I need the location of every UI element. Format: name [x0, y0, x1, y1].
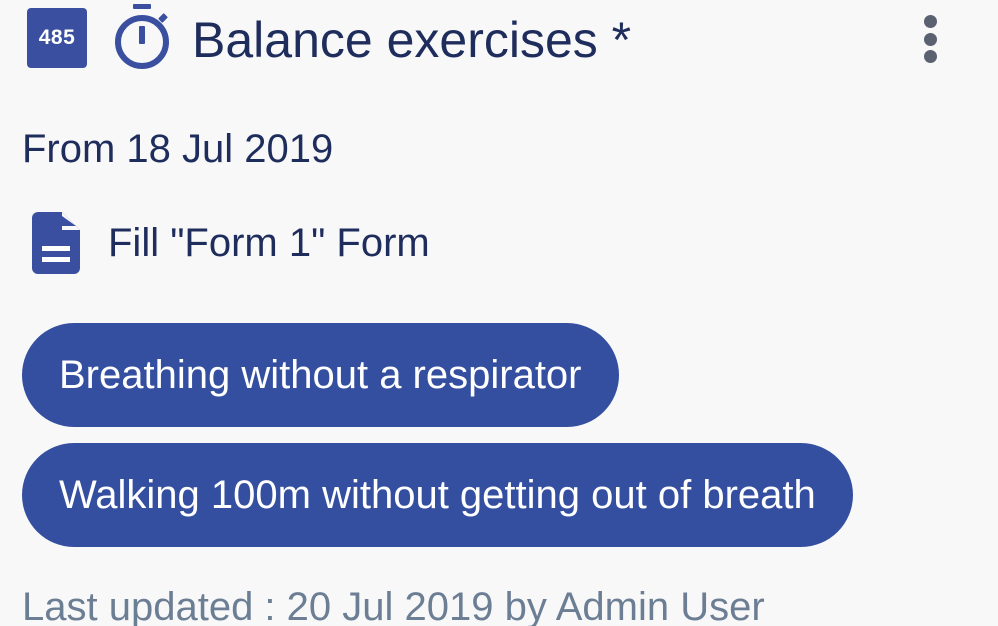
goal-chip[interactable]: Breathing without a respirator [22, 323, 619, 427]
goal-item: Breathing without a respirator [22, 323, 853, 443]
task-title: Balance exercises * [192, 12, 632, 68]
task-header: 485 Balance exercises * [0, 0, 998, 80]
menu-dot [923, 50, 937, 63]
menu-dot [923, 15, 937, 28]
menu-dot [923, 32, 937, 46]
form-link[interactable]: Fill "Form 1" Form [30, 208, 730, 278]
more-vertical-icon[interactable] [912, 10, 948, 68]
goal-list: Breathing without a respirator Walking 1… [22, 323, 853, 563]
document-icon [32, 212, 80, 274]
task-id-badge: 485 [27, 8, 87, 68]
stopwatch-icon [115, 4, 169, 69]
last-updated-text: Last updated : 20 Jul 2019 by Admin User [22, 585, 765, 626]
form-label: Fill "Form 1" Form [108, 221, 430, 265]
start-date: From 18 Jul 2019 [22, 127, 334, 171]
task-detail-page: 485 Balance exercises * From 18 Jul 2019… [0, 0, 998, 626]
goal-chip[interactable]: Walking 100m without getting out of brea… [22, 443, 853, 547]
goal-item: Walking 100m without getting out of brea… [22, 443, 853, 563]
